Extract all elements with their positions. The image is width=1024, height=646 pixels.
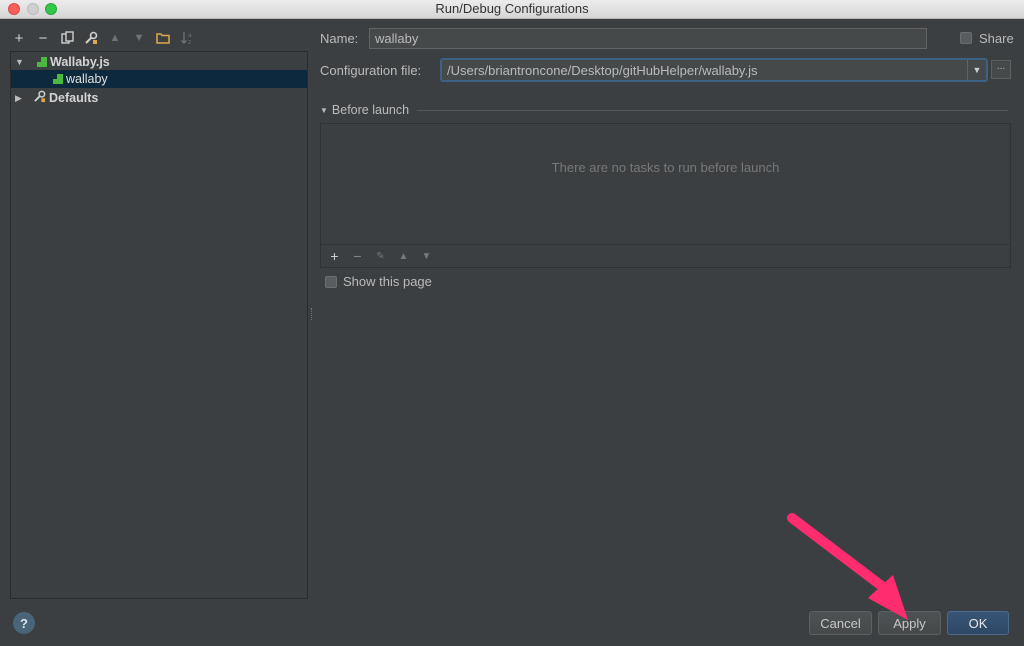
move-task-down-icon[interactable]: ▼ — [419, 251, 434, 262]
config-file-combobox[interactable]: /Users/briantroncone/Desktop/gitHubHelpe… — [440, 58, 988, 82]
add-task-icon[interactable]: + — [327, 248, 342, 264]
chevron-down-icon[interactable]: ▼ — [967, 60, 986, 80]
name-field[interactable]: wallaby — [369, 28, 927, 49]
tree-group-wallaby[interactable]: ▼ Wallaby.js — [11, 53, 307, 71]
copy-icon[interactable] — [58, 29, 76, 47]
folder-icon[interactable] — [154, 29, 172, 47]
move-down-icon[interactable]: ▼ — [130, 29, 148, 47]
before-launch-header[interactable]: ▼ Before launch — [320, 102, 1008, 118]
empty-tasks-message: There are no tasks to run before launch — [551, 160, 780, 175]
title-bar: Run/Debug Configurations — [0, 0, 1024, 19]
remove-icon[interactable]: − — [34, 29, 52, 47]
edit-defaults-icon[interactable] — [82, 29, 100, 47]
sort-icon[interactable]: az — [178, 29, 196, 47]
collapse-icon[interactable]: ▼ — [320, 106, 328, 115]
panel-splitter-handle[interactable] — [311, 308, 314, 320]
tree-item-label: wallaby — [66, 72, 108, 86]
config-file-label: Configuration file: — [320, 63, 422, 78]
add-icon[interactable]: + — [10, 29, 28, 47]
tasks-toolbar: + − ✎ ▲ ▼ — [321, 244, 1010, 267]
cancel-button[interactable]: Cancel — [809, 611, 872, 635]
browse-button[interactable]: ... — [991, 60, 1011, 79]
svg-text:a: a — [188, 32, 192, 39]
before-launch-task-list[interactable]: There are no tasks to run before launch … — [320, 123, 1011, 268]
tree-group-defaults[interactable]: ▶ Defaults — [11, 89, 307, 107]
help-button[interactable]: ? — [13, 612, 35, 634]
defaults-wrench-icon — [33, 90, 46, 106]
svg-text:z: z — [188, 39, 191, 45]
section-divider — [417, 109, 1008, 111]
apply-button[interactable]: Apply — [878, 611, 941, 635]
before-launch-title: Before launch — [331, 103, 410, 117]
expand-down-icon[interactable]: ▼ — [15, 57, 25, 67]
share-checkbox[interactable] — [960, 32, 972, 44]
remove-task-icon[interactable]: − — [350, 248, 365, 264]
show-this-page-label: Show this page — [343, 274, 432, 289]
wallaby-icon — [37, 57, 47, 67]
configurations-tree[interactable]: ▼ Wallaby.js wallaby ▶ Defaults — [10, 51, 308, 599]
edit-task-icon[interactable]: ✎ — [373, 251, 388, 262]
wallaby-icon — [53, 74, 63, 84]
name-label: Name: — [320, 31, 359, 46]
move-up-icon[interactable]: ▲ — [106, 29, 124, 47]
window-title: Run/Debug Configurations — [435, 1, 589, 16]
tree-group-label: Wallaby.js — [50, 55, 110, 69]
show-this-page-checkbox[interactable] — [325, 276, 337, 288]
tree-defaults-label: Defaults — [49, 91, 99, 105]
configurations-toolbar: + − ▲ ▼ az — [10, 28, 196, 48]
move-task-up-icon[interactable]: ▲ — [396, 251, 411, 262]
ok-button[interactable]: OK — [947, 611, 1009, 635]
tree-item-wallaby[interactable]: wallaby — [11, 70, 307, 88]
config-file-value: /Users/briantroncone/Desktop/gitHubHelpe… — [447, 63, 758, 78]
share-label: Share — [979, 31, 1014, 46]
expand-right-icon[interactable]: ▶ — [15, 93, 25, 104]
